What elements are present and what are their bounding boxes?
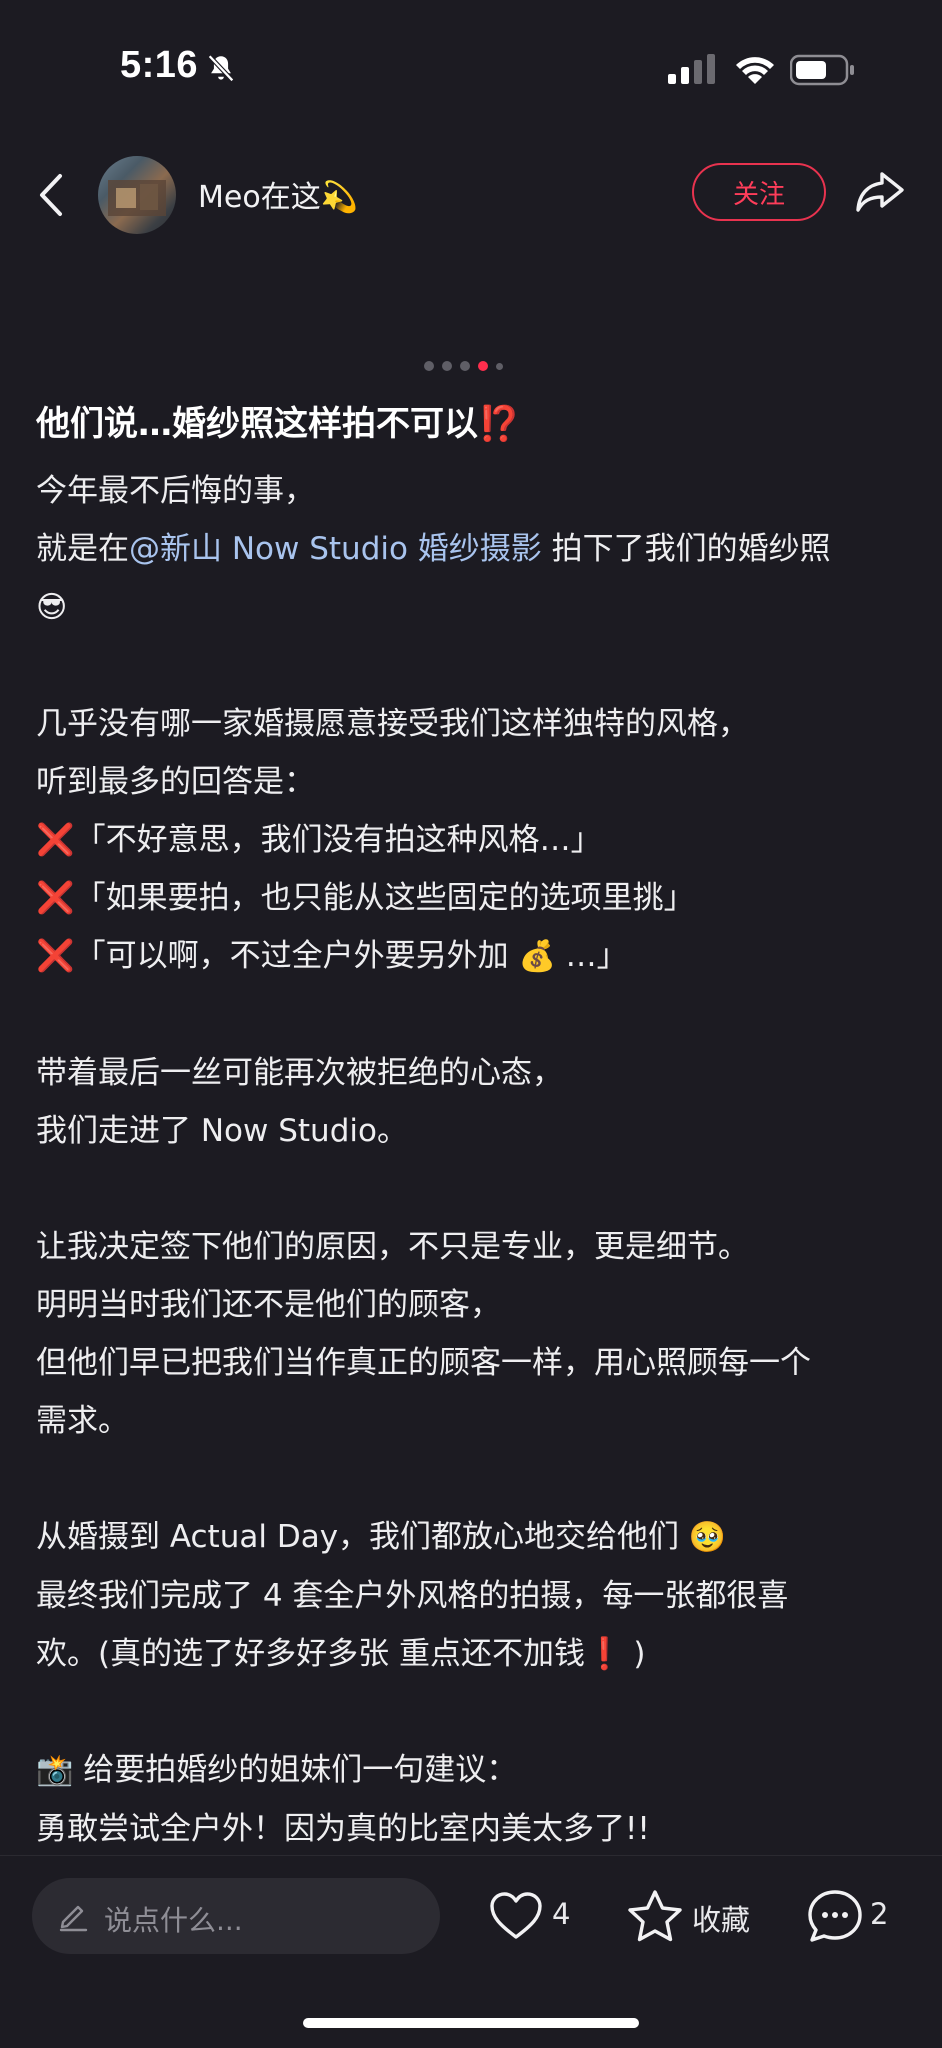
post-line: 带着最后一丝可能再次被拒绝的心态， [36,1055,563,1091]
author-name[interactable]: Meo在这💫 [198,172,358,216]
post-line: 就是在@新山 Now Studio 婚纱摄影 拍下了我们的婚纱照 [36,520,916,578]
post-text: 拍下了我们的婚纱照 [541,531,831,567]
x-mark-icon: ❌ [36,822,75,858]
post-text: 欢。(真的选了好多好多张 重点还不加钱 [36,1636,585,1672]
heart-icon[interactable] [488,1890,544,1942]
post-body: 今年最不后悔的事， 就是在@新山 Now Studio 婚纱摄影 拍下了我们的婚… [36,462,916,1858]
carousel-dot [460,361,470,371]
carousel-dot [496,362,503,370]
post-line: 我们走进了 Now Studio。 [36,1113,408,1149]
status-time: 5:16 [120,44,199,86]
avatar[interactable] [98,156,176,234]
post-line: 今年最不后悔的事， [36,473,315,509]
comment-count: 2 [870,1897,889,1931]
signal-icon [668,54,715,84]
post-line: 欢。(真的选了好多好多张 重点还不加钱❗ ) [36,1625,916,1683]
post-header: Meo在这💫 关注 [0,150,942,240]
wifi-icon [736,57,774,84]
camera-flash-emoji: 📸 [36,1753,74,1788]
post-line: 几乎没有哪一家婚摄愿意接受我们这样独特的风格， [36,706,749,742]
post-text: …」 [555,938,628,974]
comment-placeholder[interactable]: 说点什么... [104,1899,243,1939]
post-text: 「可以啊，不过全户外要另外加 [74,938,519,974]
post-text: 从婚摄到 Actual Day，我们都放心地交给他们 [36,1519,689,1555]
post-line: 让我决定签下他们的原因，不只是专业，更是细节。 [36,1229,749,1265]
post-line: 但他们早已把我们当作真正的顾客一样，用心照顾每一个 [36,1345,811,1381]
post-text: 「如果要拍，也只能从这些固定的选项里挑」 [74,880,695,916]
bottom-divider [0,1855,942,1856]
carousel-dot-active [478,361,488,371]
star-icon[interactable] [626,1888,684,1944]
carousel-dot [442,361,452,371]
mention-link[interactable]: @新山 Now Studio 婚纱摄影 [129,531,542,567]
like-count: 4 [552,1897,571,1931]
bell-off-icon [208,54,234,82]
comment-bubble-icon[interactable] [806,1888,864,1944]
teary-emoji: 🥹 [688,1520,727,1555]
post-text: 就是在 [36,531,129,567]
carousel-indicator [424,360,503,372]
carousel-dot [424,361,434,371]
post-line: 听到最多的回答是： [36,764,315,800]
follow-button[interactable]: 关注 [692,163,826,221]
post-line: 需求。 [36,1403,129,1439]
post-line: ❌「如果要拍，也只能从这些固定的选项里挑」 [36,869,916,927]
collect-label[interactable]: 收藏 [692,1897,750,1939]
post-line: ❌「不好意思，我们没有拍这种风格…」 [36,811,916,869]
emoji: 😎 [36,590,68,625]
post-text: ) [623,1636,646,1672]
post-line: ❌「可以啊，不过全户外要另外加 💰 …」 [36,927,916,986]
post-line: 明明当时我们还不是他们的顾客， [36,1287,501,1323]
x-mark-icon: ❌ [36,880,75,916]
x-mark-icon: ❌ [36,938,75,974]
post-line: 😎 [36,578,916,637]
post-line: 勇敢尝试全户外！因为真的比室内美太多了!! [36,1811,650,1847]
post-text: 「不好意思，我们没有拍这种风格…」 [74,822,602,858]
money-bag-emoji: 💰 [518,939,556,974]
post-line: 最终我们完成了 4 套全户外风格的拍摄，每一张都很喜 [36,1578,789,1614]
exclamation-emoji: ❗ [584,1636,624,1672]
share-icon[interactable] [854,168,906,216]
back-icon[interactable] [32,170,72,220]
pencil-icon [59,1905,88,1932]
post-title: 他们说…婚纱照这样拍不可以⁉️ [36,404,521,444]
home-indicator[interactable] [303,2018,639,2028]
status-bar: 5:16 [0,0,942,140]
post-line: 📸 给要拍婚纱的姐妹们一句建议： [36,1741,916,1800]
post-line: 从婚摄到 Actual Day，我们都放心地交给他们 🥹 [36,1508,916,1567]
post-text: 给要拍婚纱的姐妹们一句建议： [73,1752,518,1788]
battery-icon [790,54,854,86]
